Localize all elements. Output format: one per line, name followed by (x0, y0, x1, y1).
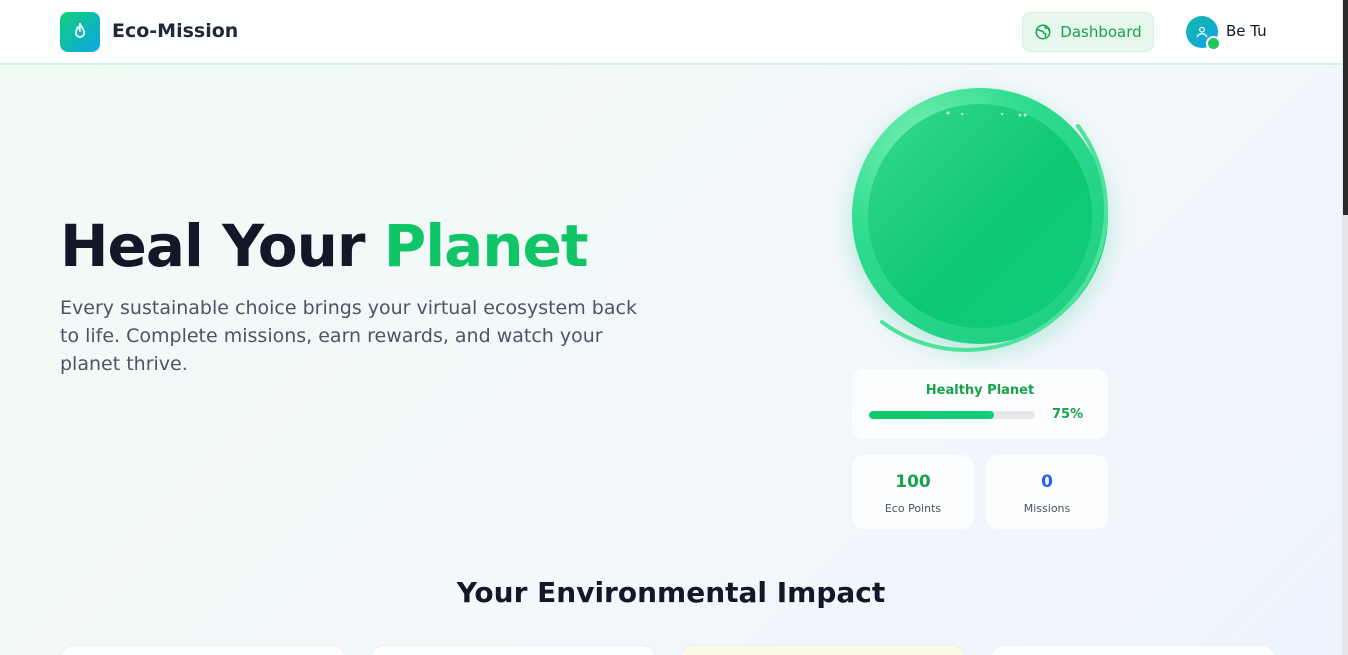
scrollbar-thumb[interactable] (1343, 0, 1348, 215)
eco-points-card: 100 Eco Points (852, 455, 974, 529)
top-navbar: Eco-Mission Dashboard Be Tu (0, 0, 1342, 65)
missions-card: 0 Missions (986, 455, 1108, 529)
user-icon (1196, 26, 1208, 38)
orbit-ring (880, 111, 1108, 352)
health-percent: 75% (1052, 407, 1084, 422)
eco-points-label: Eco Points (884, 502, 942, 515)
flame-icon (75, 22, 85, 38)
missions-value: 0 (1041, 472, 1053, 492)
planet-visual (842, 80, 1132, 370)
globe-icon (1035, 24, 1051, 40)
user-name[interactable]: Be Tu (1226, 22, 1267, 40)
online-status-dot (1206, 36, 1221, 51)
dashboard-label: Dashboard (1060, 23, 1142, 41)
hero-subtitle: Every sustainable choice brings your vir… (60, 297, 637, 375)
impact-card[interactable] (680, 645, 966, 655)
section-title: Your Environmental Impact (456, 576, 886, 609)
impact-card[interactable] (990, 645, 1276, 655)
planet-health-card: Healthy Planet 75% (852, 369, 1108, 439)
health-progress-bar (869, 411, 1035, 419)
missions-label: Missions (1023, 502, 1071, 515)
hero-title-main: Heal Your (60, 212, 384, 280)
dashboard-button[interactable]: Dashboard (1022, 12, 1154, 52)
hero-title: Heal Your Planet (60, 212, 589, 280)
logo[interactable] (60, 12, 100, 52)
planet-status-label: Healthy Planet (925, 383, 1035, 398)
brand-name[interactable]: Eco-Mission (112, 20, 238, 42)
health-progress-fill (869, 411, 994, 419)
impact-card[interactable] (370, 645, 656, 655)
hero-title-accent: Planet (383, 212, 589, 280)
eco-points-value: 100 (895, 472, 931, 492)
impact-card[interactable] (60, 645, 346, 655)
